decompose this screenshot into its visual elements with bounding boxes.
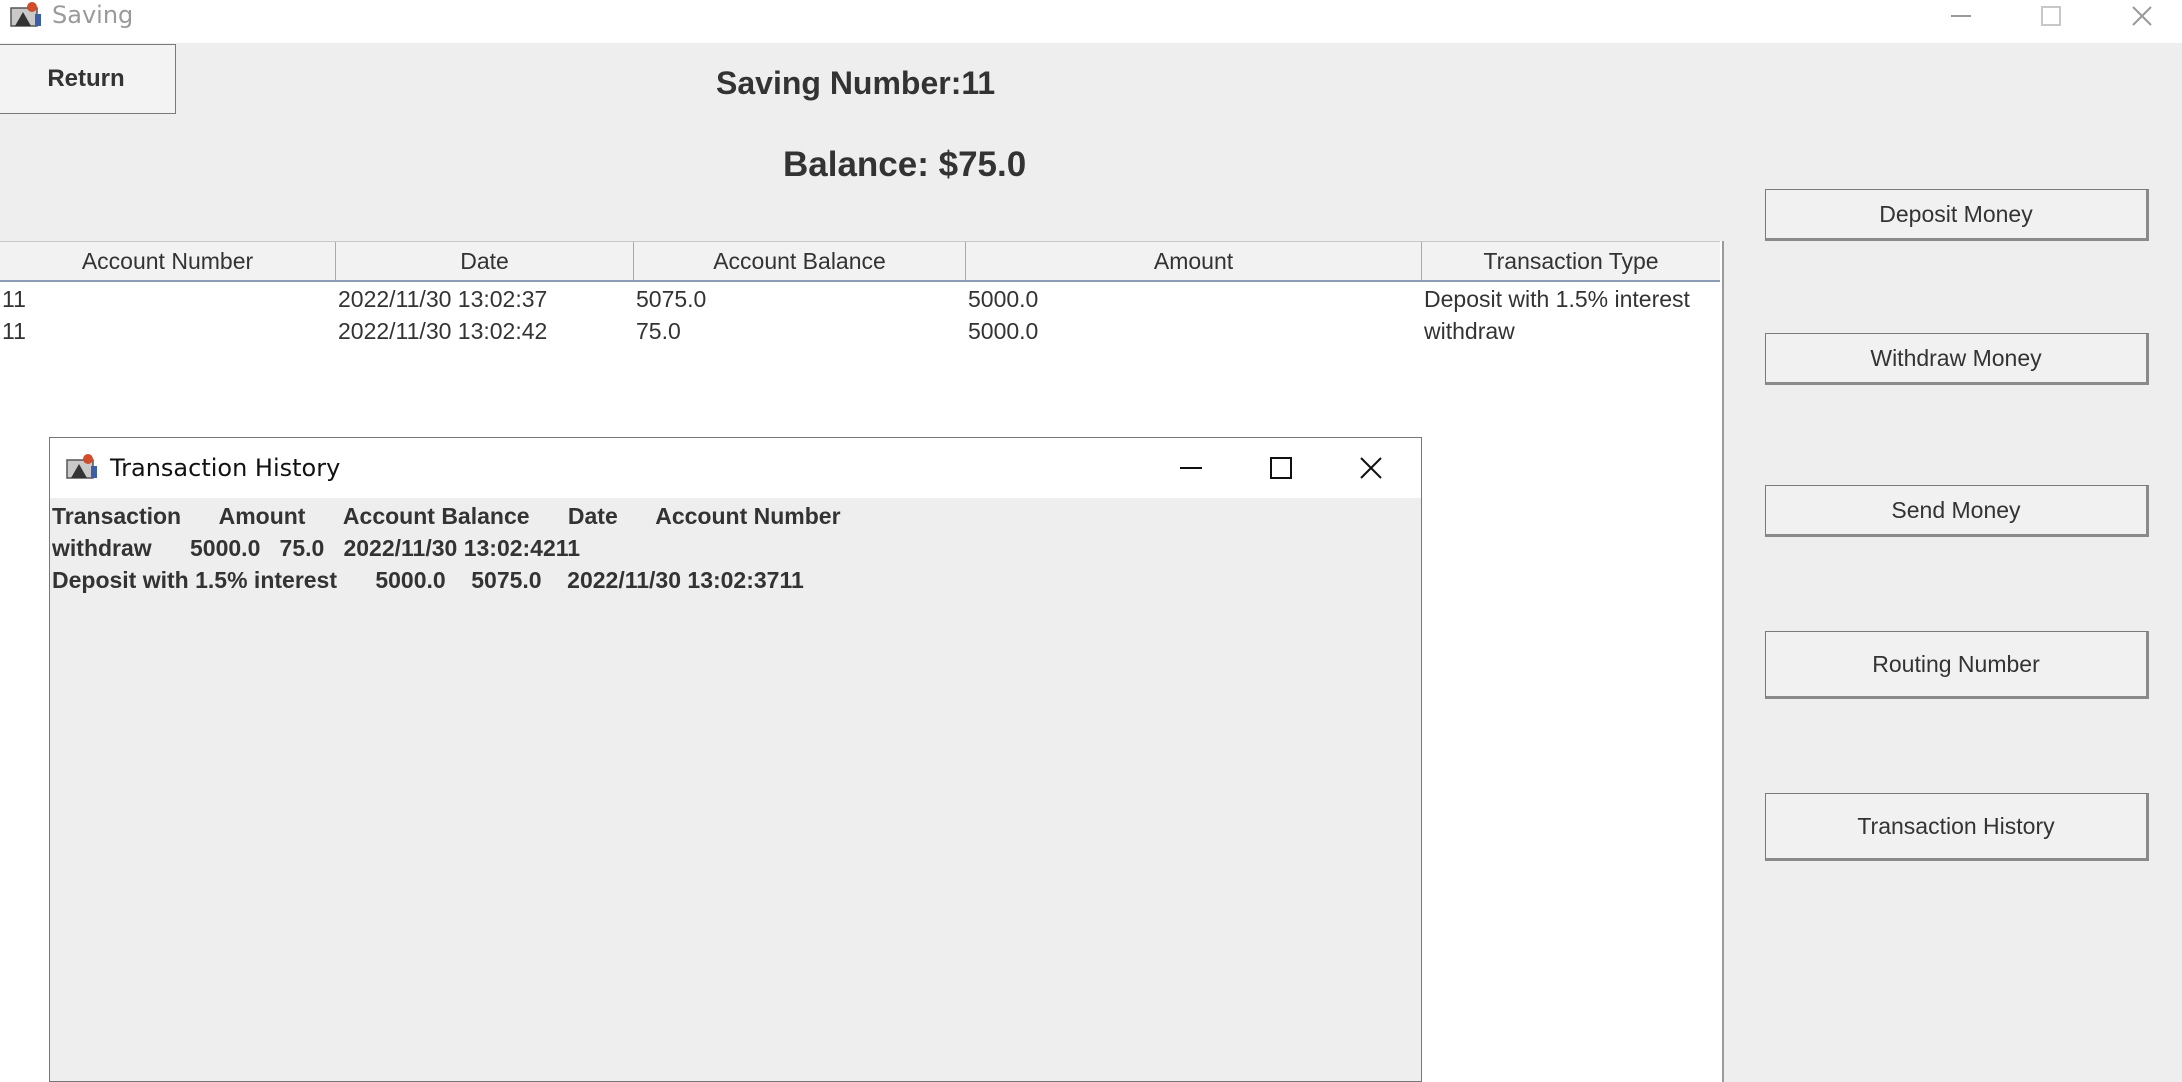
send-money-button[interactable]: Send Money (1765, 485, 2149, 537)
history-maximize-button[interactable] (1236, 438, 1326, 498)
cell-transaction-type: Deposit with 1.5% interest (1424, 286, 1690, 312)
column-header-amount[interactable]: Amount (966, 242, 1422, 280)
close-button[interactable] (2102, 0, 2182, 31)
cell-date: 2022/11/30 13:02:42 (338, 318, 548, 344)
column-header-account-balance[interactable]: Account Balance (634, 242, 966, 280)
history-entry-line: withdraw 5000.0 75.0 2022/11/30 13:02:42… (52, 535, 581, 561)
window-title: Saving (52, 1, 134, 29)
column-header-account-number[interactable]: Account Number (0, 242, 336, 280)
return-button[interactable]: Return (0, 44, 176, 114)
maximize-button[interactable] (2011, 0, 2091, 31)
cell-account-balance: 75.0 (636, 318, 681, 344)
transaction-history-window[interactable]: Transaction History Transaction Amount A… (49, 437, 1422, 1082)
cell-amount: 5000.0 (968, 318, 1039, 344)
cell-account-number: 11 (2, 318, 26, 344)
column-header-transaction-type[interactable]: Transaction Type (1422, 242, 1720, 280)
cell-account-balance: 5075.0 (636, 286, 707, 312)
cell-date: 2022/11/30 13:02:37 (338, 286, 548, 312)
table-header: Account Number Date Account Balance Amou… (0, 241, 1720, 282)
history-close-button[interactable] (1326, 438, 1416, 498)
saving-number-label: Saving Number:11 (716, 65, 996, 101)
minimize-button[interactable] (1921, 0, 2001, 31)
history-entry-line: Deposit with 1.5% interest 5000.0 5075.0… (52, 567, 804, 593)
java-app-icon (9, 0, 43, 30)
history-window-titlebar[interactable]: Transaction History (50, 438, 1421, 498)
cell-account-number: 11 (2, 286, 26, 312)
deposit-money-button[interactable]: Deposit Money (1765, 189, 2149, 241)
history-minimize-button[interactable] (1146, 438, 1236, 498)
column-header-date[interactable]: Date (336, 242, 634, 280)
balance-label: Balance: $75.0 (783, 145, 1027, 184)
withdraw-money-button[interactable]: Withdraw Money (1765, 333, 2149, 385)
routing-number-button[interactable]: Routing Number (1765, 631, 2149, 699)
java-app-icon (65, 452, 99, 482)
window-titlebar: Saving (0, 0, 2182, 43)
transaction-history-button[interactable]: Transaction History (1765, 793, 2149, 861)
cell-amount: 5000.0 (968, 286, 1039, 312)
cell-transaction-type: withdraw (1424, 318, 1515, 344)
history-window-title: Transaction History (110, 454, 341, 482)
history-header-line: Transaction Amount Account Balance Date … (52, 503, 841, 529)
